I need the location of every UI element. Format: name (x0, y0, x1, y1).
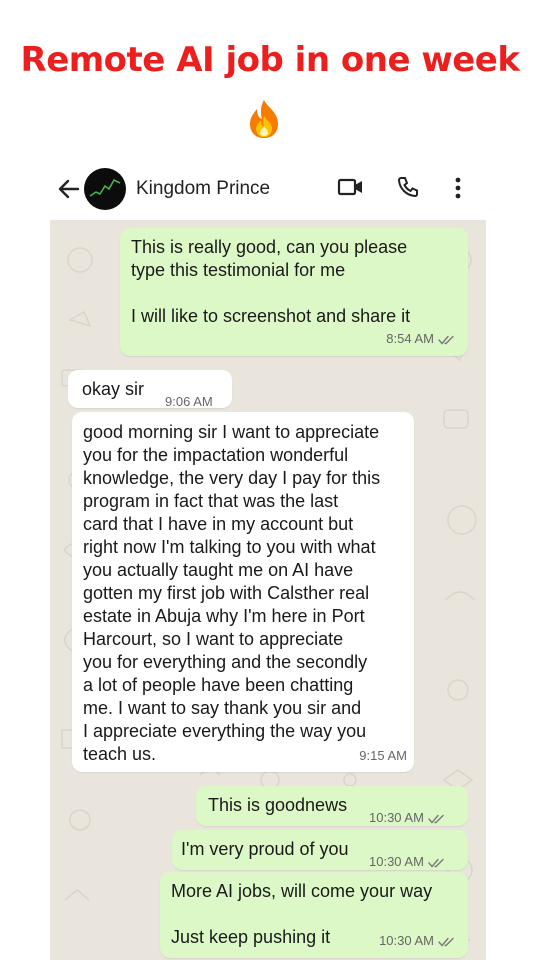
message-text-line: right now I'm talking to you with what (83, 537, 376, 557)
message-text-line: type this testimonial for me (131, 260, 346, 280)
message-text-line: program in fact that was the last (83, 491, 339, 511)
message-text-line: okay sir (82, 379, 145, 399)
outgoing-message-bubble[interactable]: This is goodnews 10:30 AM (196, 786, 468, 826)
timestamp-text: 10:30 AM (369, 810, 424, 825)
message-text-line: I will like to screenshot and share it (131, 306, 411, 326)
double-check-icon (428, 858, 444, 868)
message-text-line: you for the impactation wonderful (83, 445, 349, 465)
message-text-line: This is goodnews (208, 795, 348, 815)
incoming-message-bubble[interactable]: okay sir 9:06 AM (68, 370, 232, 409)
message-text-line: teach us. (83, 744, 157, 764)
fire-emoji-icon (250, 100, 278, 138)
timestamp-text: 10:30 AM (379, 933, 434, 948)
message-text-line: knowledge, the very day I pay for this (83, 468, 381, 488)
incoming-message-bubble[interactable]: good morning sir I want to appreciate you… (72, 412, 414, 772)
message-text-line: me. I want to say thank you sir and (83, 698, 362, 718)
message-timestamp: 9:15 AM (359, 744, 407, 767)
message-text-line: gotten my first job with Calsther real (83, 583, 370, 603)
message-text-line: I appreciate everything the way you (83, 721, 367, 741)
message-text-line: I'm very proud of you (181, 839, 349, 859)
message-text-line: you actually taught me on AI have (83, 560, 354, 580)
message-text-line (131, 282, 136, 305)
contact-name[interactable]: Kingdom Prince (136, 178, 270, 200)
message-text-line: a lot of people have been chatting (83, 675, 354, 695)
message-timestamp: 9:06 AM (165, 390, 213, 413)
double-check-icon (428, 814, 444, 824)
timestamp-text: 8:54 AM (386, 331, 434, 346)
message-text-line: This is really good, can you please (131, 237, 408, 257)
back-arrow-icon[interactable] (56, 176, 82, 202)
contact-avatar[interactable] (84, 168, 126, 210)
message-text-line: card that I have in my account but (83, 514, 354, 534)
timestamp-text: 9:15 AM (359, 748, 407, 763)
message-text-line: Just keep pushing it (171, 927, 331, 947)
more-vertical-icon[interactable] (452, 176, 464, 200)
message-timestamp: 10:30 AM (369, 850, 446, 873)
outgoing-message-bubble[interactable]: More AI jobs, will come your way Just ke… (160, 872, 468, 958)
timestamp-text: 9:06 AM (165, 394, 213, 409)
double-check-icon (438, 335, 454, 345)
outgoing-message-bubble[interactable]: I'm very proud of you 10:30 AM (172, 830, 468, 870)
message-text-line: good morning sir I want to appreciate (83, 422, 380, 442)
message-timestamp: 10:30 AM (369, 806, 446, 829)
message-text-line: Harcourt, so I want to appreciate (83, 629, 344, 649)
headline: Remote AI job in one week (20, 40, 520, 80)
phone-icon[interactable] (396, 175, 420, 199)
message-text-line: you for everything and the secondly (83, 652, 368, 672)
message-timestamp: 10:30 AM (379, 929, 456, 952)
avatar-chart-icon (89, 178, 121, 197)
video-call-icon[interactable] (337, 176, 365, 198)
message-text-line (171, 903, 176, 926)
outgoing-message-bubble[interactable]: This is really good, can you please type … (120, 228, 468, 356)
message-timestamp: 8:54 AM (386, 327, 456, 350)
message-text-line: estate in Abuja why I'm here in Port (83, 606, 365, 626)
timestamp-text: 10:30 AM (369, 854, 424, 869)
chat-header: Kingdom Prince (50, 160, 486, 218)
double-check-icon (438, 937, 454, 947)
message-text-line: More AI jobs, will come your way (171, 881, 433, 901)
